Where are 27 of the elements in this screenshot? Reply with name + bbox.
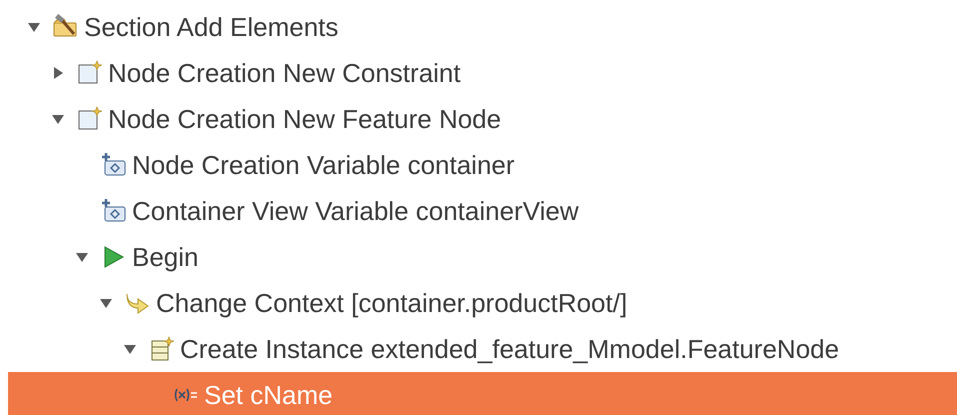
- new-node-icon: [76, 60, 102, 86]
- item-label: Section Add Elements: [84, 12, 338, 42]
- tree-item[interactable]: Container View Variable containerView: [8, 188, 957, 234]
- expanded-arrow-icon[interactable]: [123, 342, 137, 356]
- item-label: Node Creation Variable container: [132, 150, 515, 180]
- tree-item[interactable]: Create Instance extended_feature_Mmodel.FeatureNode: [8, 326, 957, 372]
- tree-item[interactable]: Section Add Elements: [8, 4, 957, 50]
- tree-item[interactable]: Change Context [container.productRoot/]: [8, 280, 957, 326]
- variable-icon: [100, 198, 126, 224]
- tree-item[interactable]: Node Creation New Feature Node: [8, 96, 957, 142]
- collapsed-arrow-icon[interactable]: [51, 66, 65, 80]
- new-node-icon: [76, 106, 102, 132]
- item-label: Change Context [container.productRoot/]: [156, 288, 628, 318]
- item-label: Create Instance extended_feature_Mmodel.FeatureNode: [180, 334, 840, 364]
- item-label: Node Creation New Constraint: [108, 58, 461, 88]
- item-label: Set cName: [204, 380, 333, 410]
- expanded-arrow-icon[interactable]: [27, 20, 41, 34]
- tree-item[interactable]: Node Creation New Constraint: [8, 50, 957, 96]
- expanded-arrow-icon[interactable]: [51, 112, 65, 126]
- expanded-arrow-icon[interactable]: [75, 250, 89, 264]
- item-label: Begin: [132, 242, 198, 272]
- tree-item[interactable]: Begin: [8, 234, 957, 280]
- item-label: Node Creation New Feature Node: [108, 104, 502, 134]
- tree-item[interactable]: Node Creation Variable container: [8, 142, 957, 188]
- expanded-arrow-icon[interactable]: [99, 296, 113, 310]
- variable-icon: [100, 152, 126, 178]
- item-label: Container View Variable containerView: [132, 196, 579, 226]
